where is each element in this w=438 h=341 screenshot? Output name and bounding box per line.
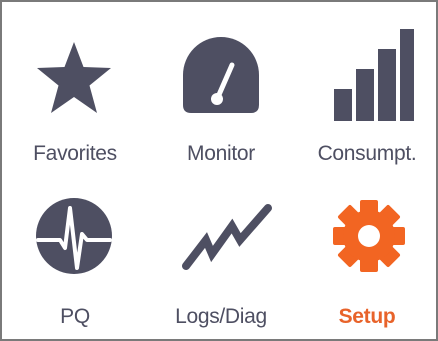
tile-label-setup: Setup	[338, 305, 396, 328]
tile-label-logs-diag: Logs/Diag	[175, 305, 267, 328]
menu-grid: Favorites Monitor Consumpt. PQ Logs/Diag…	[0, 0, 438, 341]
tile-label-consumption: Consumpt.	[317, 142, 417, 165]
tile-label-favorites: Favorites	[33, 142, 117, 165]
signal-bars-icon	[294, 2, 438, 132]
gear-icon	[294, 170, 438, 300]
tile-label-monitor: Monitor	[187, 142, 255, 165]
tile-label-pq: PQ	[60, 305, 90, 328]
tile-consumption[interactable]: Consumpt.	[294, 2, 438, 170]
star-icon	[2, 2, 148, 132]
tile-logs-diag[interactable]: Logs/Diag	[148, 170, 294, 338]
gauge-icon	[148, 2, 294, 132]
trend-line-icon	[148, 170, 294, 300]
heartbeat-icon	[2, 170, 148, 300]
tile-monitor[interactable]: Monitor	[148, 2, 294, 170]
tile-pq[interactable]: PQ	[2, 170, 148, 338]
tile-setup[interactable]: Setup	[294, 170, 438, 338]
tile-favorites[interactable]: Favorites	[2, 2, 148, 170]
